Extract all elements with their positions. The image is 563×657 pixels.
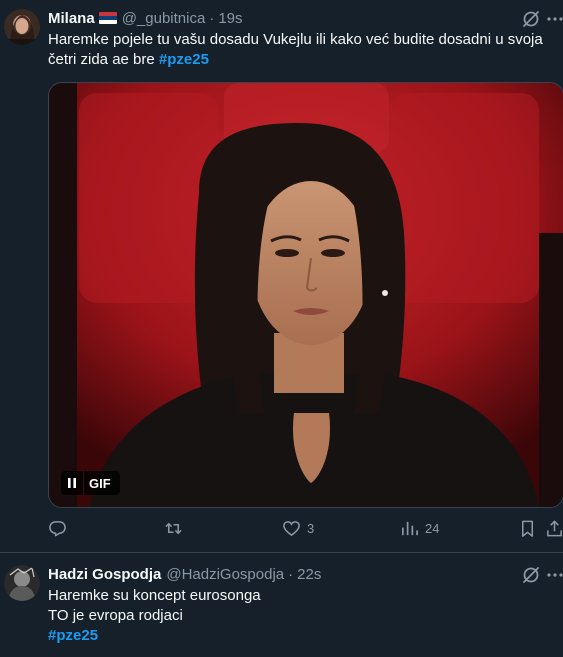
tweet-text-fragment: četri zida ae bre [48,51,155,68]
hashtag-link[interactable]: #pze25 [48,626,261,646]
retweet-icon [165,522,182,534]
tweet-text-line: Haremke pojele tu vašu dosadu Vukejlu il… [48,31,543,48]
more-icon[interactable] [545,9,563,29]
retweet-button[interactable] [164,518,183,538]
view-count: 24 [425,520,440,536]
more-icon[interactable] [545,565,563,585]
timestamp[interactable]: 19s [218,10,242,27]
grok-icon[interactable] [521,565,541,585]
tweet-text: Haremke pojele tu vašu dosadu Vukejlu il… [48,30,543,70]
views-button[interactable]: 24 [400,518,439,538]
hashtag-link[interactable]: #pze25 [159,51,209,68]
gif-media[interactable]: GIF [48,82,563,508]
author-handle[interactable]: @_gubitnica [122,10,206,27]
share-button[interactable] [545,518,563,538]
tweet-header: Hadzi Gospodja @HadziGospodja · 22s [48,564,321,584]
timestamp[interactable]: 22s [297,566,321,583]
gif-frame [49,83,563,507]
bookmark-icon [521,520,534,537]
separator: · [288,565,294,583]
author-name[interactable]: Milana [48,10,95,27]
tweet[interactable]: Milana @_gubitnica · 19s Haremke pojele … [0,0,563,553]
like-icon [283,520,300,536]
bookmark-button[interactable] [518,518,537,538]
tweet-text: Haremke su koncept eurosonga TO je evrop… [48,586,261,646]
tweet-text-line: četri zida ae bre #pze25 [48,50,543,70]
gif-label: GIF [83,471,120,495]
tweet[interactable]: Hadzi Gospodja @HadziGospodja · 22s Hare… [0,553,563,657]
tweet-text-line: TO je evropa rodjaci [48,607,183,624]
share-icon [547,519,562,536]
like-button[interactable]: 3 [282,518,314,538]
views-icon [401,521,418,535]
tweet-header: Milana @_gubitnica · 19s [48,8,243,28]
avatar[interactable] [4,9,40,45]
pause-icon[interactable] [61,471,83,495]
like-count: 3 [307,520,315,536]
separator: · [209,9,215,27]
serbia-flag-icon [98,12,117,24]
author-name[interactable]: Hadzi Gospodja [48,566,161,583]
avatar[interactable] [4,565,40,601]
reply-button[interactable] [48,518,67,538]
reply-icon [49,520,66,536]
tweet-text-line: Haremke su koncept eurosonga [48,587,261,604]
author-handle[interactable]: @HadziGospodja [166,566,284,583]
grok-icon[interactable] [521,9,541,29]
gif-controls: GIF [61,471,120,495]
